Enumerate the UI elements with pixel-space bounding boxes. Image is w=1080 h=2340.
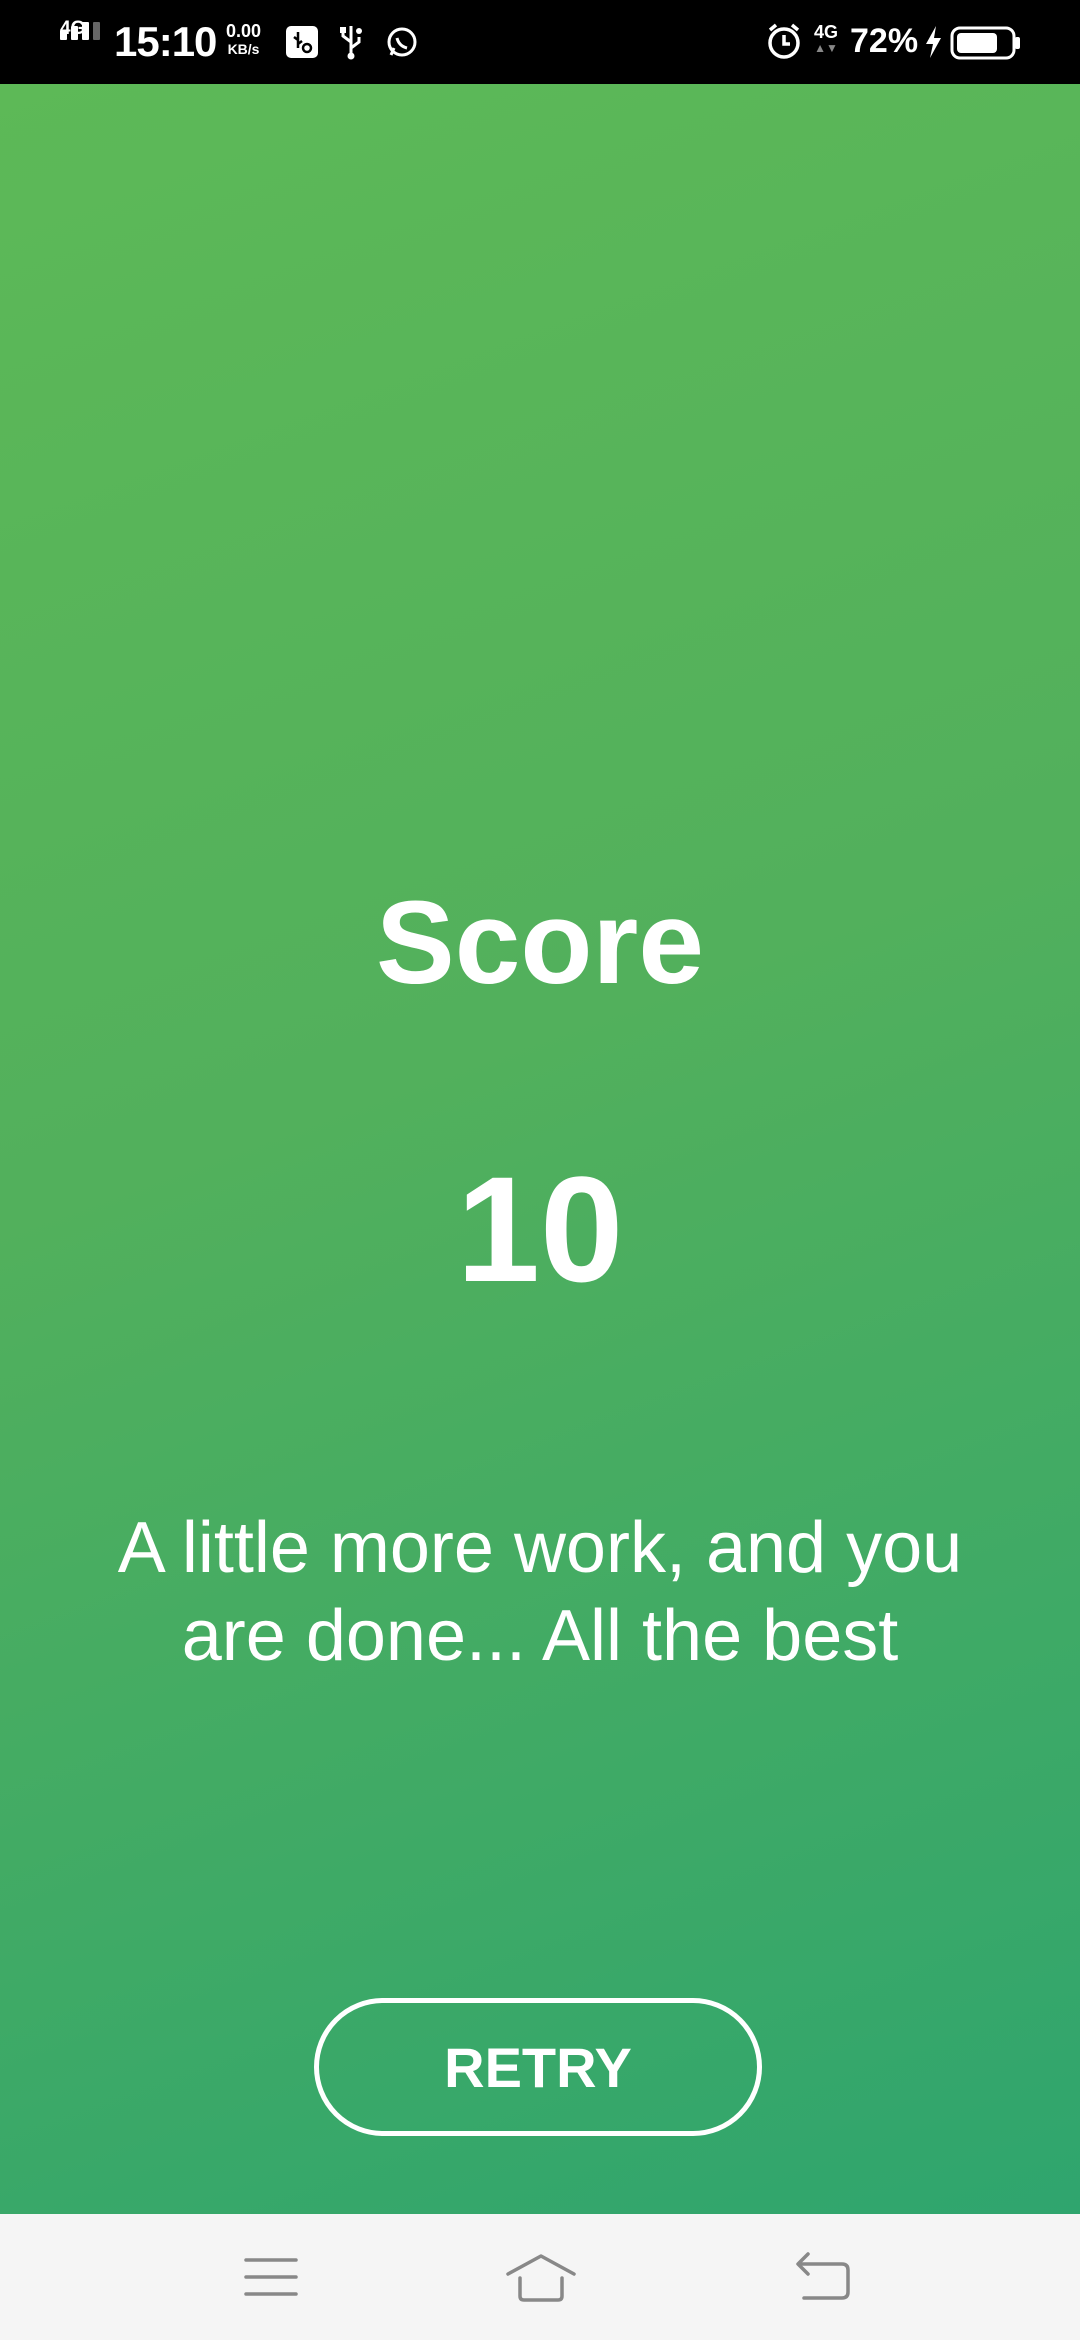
alarm-icon — [764, 22, 804, 67]
clock: 15:10 — [114, 18, 217, 65]
network-speed: 0.00 KB/s — [226, 22, 261, 58]
menu-button[interactable] — [226, 2244, 316, 2310]
navigation-bar — [0, 2214, 1080, 2340]
battery-percentage: 72% — [850, 22, 919, 60]
score-screen: 4G 15:10 0.00 KB/s — [0, 0, 1080, 2340]
back-icon — [796, 2252, 850, 2300]
usb-settings-icon — [286, 26, 318, 58]
mobile-data-label: 4G — [814, 22, 839, 42]
charging-icon — [922, 24, 944, 65]
feedback-message: A little more work, and you are done... … — [117, 1508, 963, 1676]
menu-icon — [244, 2258, 298, 2296]
home-button[interactable] — [496, 2244, 586, 2310]
status-bar: 4G 15:10 0.00 KB/s — [0, 0, 1080, 84]
data-arrows-icon: ▲▼ — [814, 41, 838, 55]
retry-button[interactable]: RETRY — [314, 1998, 762, 2136]
back-button[interactable] — [778, 2244, 868, 2310]
result-panel: Score 10 A little more work, and you are… — [0, 84, 1080, 2214]
score-title: Score — [376, 877, 704, 1009]
home-icon — [506, 2254, 576, 2302]
network-speed-value: 0.00 — [226, 21, 262, 41]
score-value: 10 — [456, 1145, 624, 1313]
usb-icon — [336, 22, 366, 67]
whatsapp-icon — [384, 22, 420, 67]
mobile-data-indicator: 4G ▲▼ — [814, 22, 839, 56]
battery-icon — [950, 26, 1022, 65]
network-speed-unit: KB/s — [227, 41, 260, 57]
